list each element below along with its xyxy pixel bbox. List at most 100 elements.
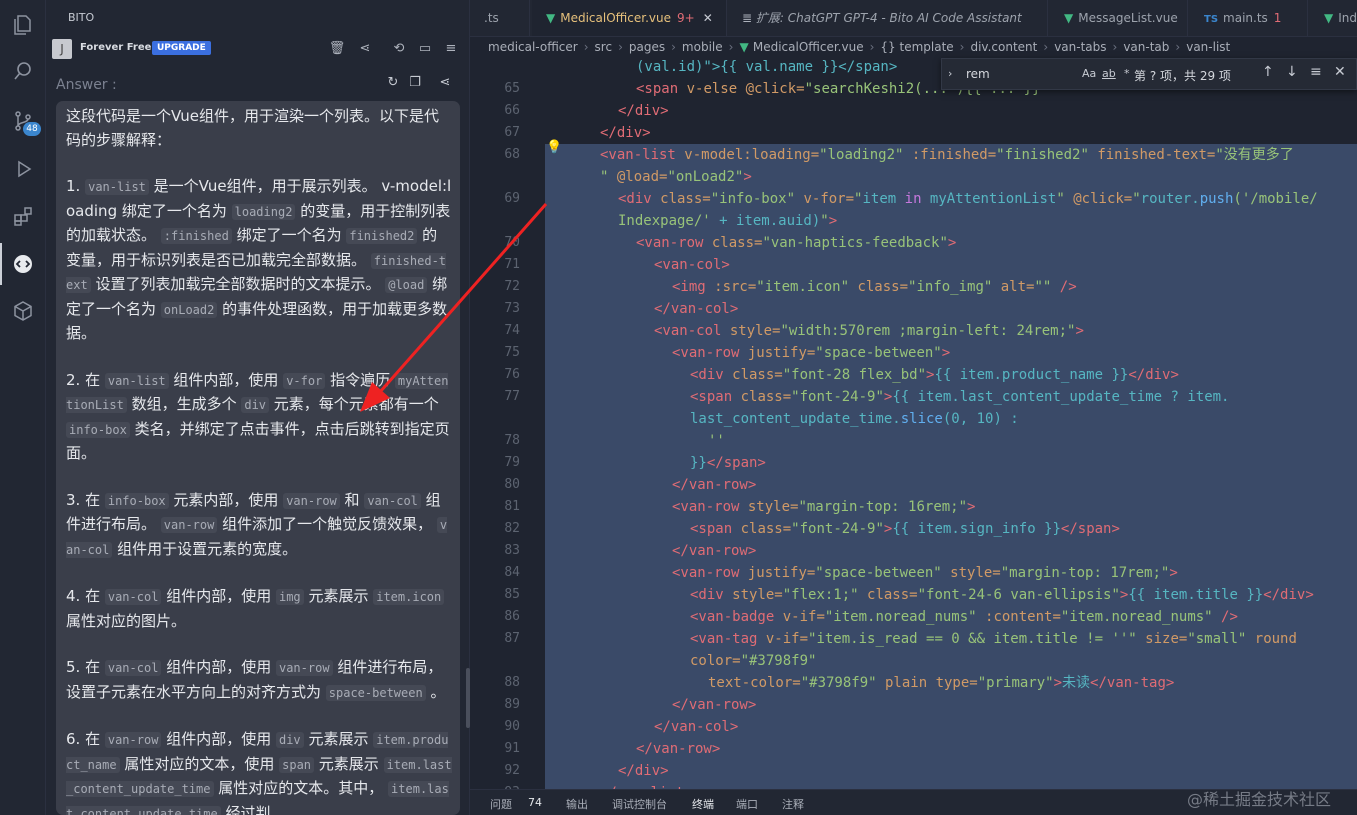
code-line[interactable]: <img :src="item.icon" class="info_img" a… <box>672 276 1077 298</box>
code-line[interactable]: " @load="onLoad2"> <box>600 166 752 188</box>
breadcrumb-item[interactable]: medical-officer <box>488 40 578 54</box>
breadcrumb-item[interactable]: mobile <box>682 40 723 54</box>
code-line[interactable]: <van-row class="van-haptics-feedback"> <box>636 232 956 254</box>
code-token: v-for= <box>795 191 855 207</box>
code-line[interactable]: </van-list> <box>600 782 693 789</box>
code-line[interactable]: <span class="font-24-9">{{ item.sign_inf… <box>690 518 1120 540</box>
panel-tab[interactable]: 输出 <box>566 796 588 812</box>
code-editor[interactable]: (val.id)">{{ val.name }}</span> 65 <span v… <box>470 56 1357 789</box>
code-token: > <box>967 499 976 515</box>
code-line[interactable]: </van-row> <box>672 694 756 716</box>
inline-code: info-box <box>104 492 169 509</box>
code-line[interactable]: <div style="flex:1;" class="font-24-6 va… <box>690 584 1314 606</box>
answer-text: 。 <box>425 682 446 701</box>
line-number: 67 <box>504 125 520 140</box>
tab-4[interactable]: ▼ MessageList.vue <box>1050 0 1188 36</box>
code-line[interactable]: text-color="#3798f9" plain type="primary… <box>708 672 1174 694</box>
code-token: > <box>1169 565 1178 581</box>
history-icon[interactable]: ⟲ <box>390 40 408 58</box>
explorer-icon[interactable] <box>0 4 46 46</box>
code-token: </van-col> <box>654 301 739 317</box>
code-token: ('/mobile/ <box>1233 191 1318 207</box>
find-input[interactable]: rem <box>950 63 1080 85</box>
selection-icon[interactable]: ≡ <box>1310 64 1322 80</box>
code-line[interactable]: </van-col> <box>654 716 738 738</box>
upgrade-button[interactable]: UPGRADE <box>152 41 211 55</box>
source-control-icon[interactable] <box>0 100 46 142</box>
remote-icon[interactable] <box>0 290 46 332</box>
code-line[interactable]: <van-col style="width:570rem ;margin-lef… <box>654 320 1084 342</box>
tab-label: MessageList.vue <box>1078 11 1178 25</box>
arrow-up-icon[interactable]: ↑ <box>1262 64 1274 80</box>
lightbulb-icon[interactable]: 💡 <box>546 140 562 155</box>
breadcrumb-item[interactable]: van-tabs <box>1054 40 1106 54</box>
trash-icon[interactable]: 🗑 <box>328 40 346 58</box>
chevron-right-icon: › <box>618 40 623 54</box>
whole-word-icon[interactable]: ab <box>1102 67 1116 80</box>
code-line[interactable]: </van-row> <box>636 738 720 760</box>
tab-3[interactable]: ≣ 扩展: ChatGPT GPT-4 - Bito AI Code Assis… <box>728 0 1048 36</box>
code-line[interactable]: (val.id)">{{ val.name }}</span> <box>636 56 897 78</box>
breadcrumb-item[interactable]: pages <box>629 40 665 54</box>
avatar[interactable]: J <box>52 39 72 59</box>
code-line[interactable]: <van-row justify="space-between" style="… <box>672 562 1178 584</box>
panel-tab[interactable]: 注释 <box>782 796 804 812</box>
menu-icon[interactable]: ≡ <box>442 40 460 58</box>
code-line[interactable]: </div> <box>600 122 651 144</box>
breadcrumb-item[interactable]: MedicalOfficer.vue <box>753 40 864 54</box>
close-icon[interactable]: ✕ <box>703 11 713 25</box>
breadcrumb-item[interactable]: div.content <box>970 40 1037 54</box>
code-token: "onLoad2" <box>667 169 744 185</box>
breadcrumb-item[interactable]: van-tab <box>1123 40 1169 54</box>
code-line[interactable]: '' <box>708 430 725 452</box>
answer-text: 这段代码是一个Vue组件，用于渲染一个列表。以下是代码的步骤解释： <box>66 107 439 149</box>
bito-icon[interactable] <box>0 243 46 285</box>
tab-1[interactable]: .ts <box>470 0 530 36</box>
share-icon[interactable]: ⋖ <box>356 40 374 58</box>
code-token: :src= <box>705 279 757 295</box>
run-debug-icon[interactable] <box>0 148 46 190</box>
tab-5[interactable]: TS main.ts 1 <box>1190 0 1308 36</box>
panel-tab[interactable]: 端口 <box>736 796 758 812</box>
code-line[interactable]: <van-col> <box>654 254 730 276</box>
code-line[interactable]: </van-row> <box>672 540 756 562</box>
match-case-icon[interactable]: Aa <box>1082 67 1096 80</box>
panel-tab[interactable]: 调试控制台 <box>612 796 667 812</box>
code-line[interactable]: last_content_update_time.slice(0, 10) : <box>690 408 1019 430</box>
extensions-icon[interactable] <box>0 196 46 238</box>
code-line[interactable]: Indexpage/' + item.auid)"> <box>618 210 837 232</box>
regex-icon[interactable]: * <box>1124 67 1130 80</box>
tab-2[interactable]: ▼ MedicalOfficer.vue 9+ ✕ <box>532 0 727 36</box>
code-line[interactable]: <div class="info-box" v-for= " item in myA… <box>618 188 1318 210</box>
tab-6[interactable]: ▼ Ind <box>1310 0 1357 36</box>
line-number: 65 <box>504 81 520 96</box>
code-line[interactable]: <van-row style="margin-top: 16rem;"> <box>672 496 975 518</box>
code-line[interactable]: color="#3798f9" <box>690 650 816 672</box>
panel-tab[interactable]: 问题 <box>490 796 512 812</box>
panel-tab[interactable]: 终端 <box>692 796 714 812</box>
code-line[interactable]: <van-tag v-if="item.is_read == 0 && item… <box>690 628 1297 650</box>
share-icon[interactable]: ⋖ <box>436 74 454 92</box>
code-line[interactable]: <span class="font-24-9">{{ item.last_con… <box>690 386 1229 408</box>
code-line[interactable]: <van-badge v-if="item.noread_nums" :cont… <box>690 606 1238 628</box>
code-line[interactable]: </div> <box>618 100 669 122</box>
code-token: <van-row <box>636 235 704 251</box>
arrow-down-icon[interactable]: ↓ <box>1286 64 1298 80</box>
search-icon[interactable] <box>0 50 46 92</box>
folder-icon[interactable]: ▭ <box>416 40 434 58</box>
code-line[interactable]: }}</span> <box>690 452 766 474</box>
breadcrumb-item[interactable]: van-list <box>1186 40 1230 54</box>
code-line[interactable]: </van-col> <box>654 298 738 320</box>
answer-text: 元素展示 <box>303 730 374 748</box>
breadcrumb-item[interactable]: src <box>595 40 613 54</box>
code-line[interactable]: <van-list v-model:loading="loading2" :fi… <box>600 144 1294 166</box>
answer-text: 属性对应的文本。其中， <box>213 779 389 797</box>
close-icon[interactable]: ✕ <box>1334 64 1346 80</box>
code-line[interactable]: </van-row> <box>672 474 756 496</box>
breadcrumb-item[interactable]: {} template <box>880 40 953 54</box>
code-line[interactable]: <van-row justify="space-between"> <box>672 342 950 364</box>
code-line[interactable]: </div> <box>618 760 669 782</box>
code-line[interactable]: <div class="font-28 flex_bd">{{ item.pro… <box>690 364 1179 386</box>
regenerate-icon[interactable]: ↻ <box>384 74 402 92</box>
copy-icon[interactable]: ❐ <box>406 74 424 92</box>
